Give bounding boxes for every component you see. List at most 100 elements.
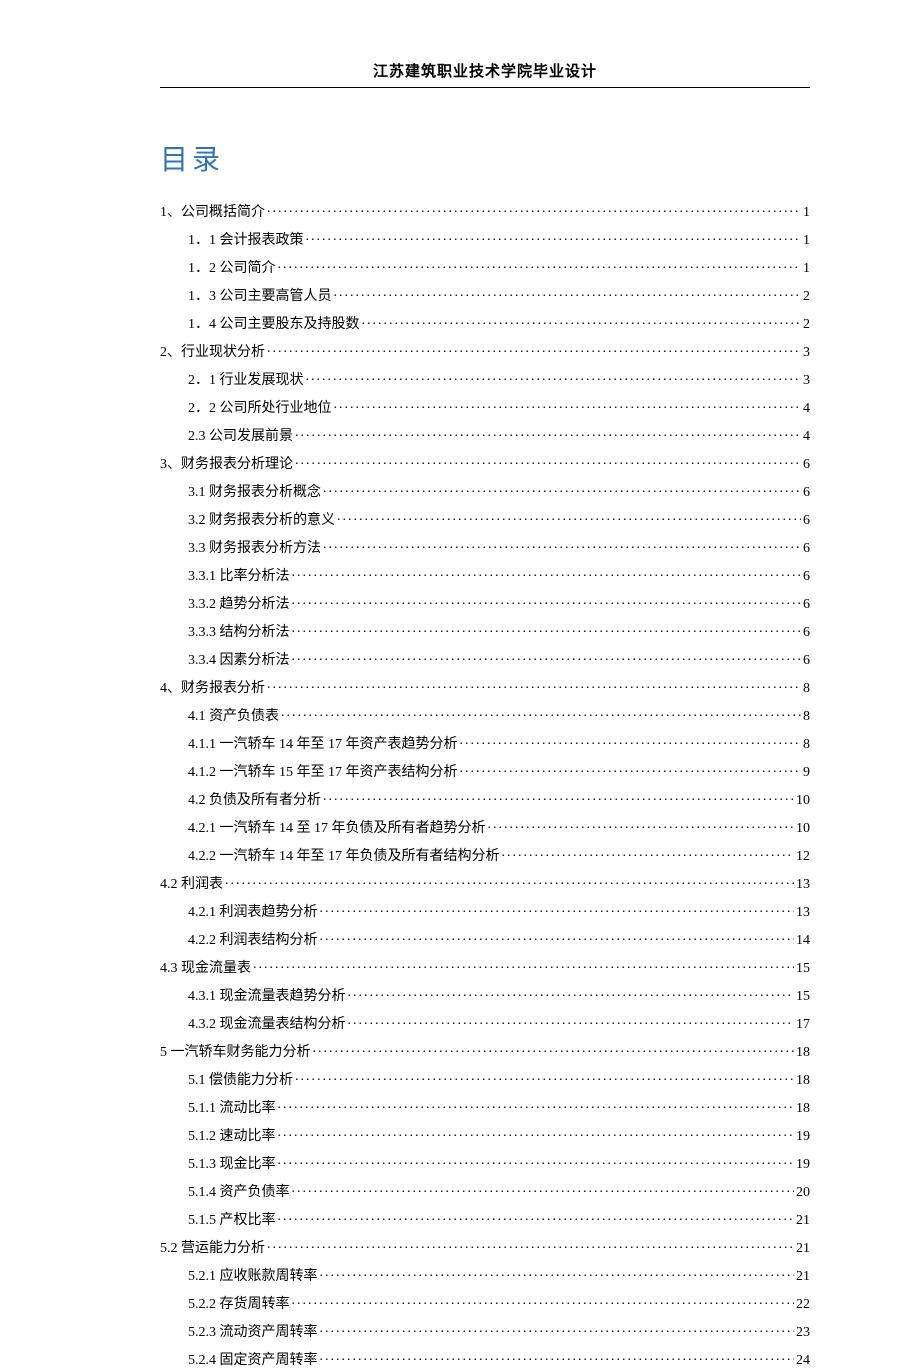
toc-entry[interactable]: 2.3 公司发展前景4: [160, 426, 810, 444]
toc-entry-page: 6: [803, 458, 810, 472]
toc-entry-label: 3.3.1 比率分析法: [188, 570, 290, 584]
toc-dots: [348, 986, 795, 1000]
toc-dots: [337, 510, 801, 524]
toc-entry-page: 21: [796, 1242, 810, 1256]
toc-entry-label: 4、财务报表分析: [160, 682, 265, 696]
toc-entry[interactable]: 1、公司概括简介 1: [160, 202, 810, 220]
toc-dots: [320, 1350, 795, 1364]
toc-entry-page: 15: [796, 962, 810, 976]
toc-entry-page: 1: [803, 206, 810, 220]
toc-dots: [334, 286, 802, 300]
toc-entry[interactable]: 2．1 行业发展现状3: [160, 370, 810, 388]
toc-entry-label: 3.3 财务报表分析方法: [188, 542, 321, 556]
toc-entry[interactable]: 4.2.2 一汽轿车 14 年至 17 年负债及所有者结构分析12: [160, 846, 810, 864]
toc-dots: [502, 846, 795, 860]
toc-entry-page: 15: [796, 990, 810, 1004]
toc-dots: [323, 482, 801, 496]
toc-entry-label: 4.3 现金流量表: [160, 962, 251, 976]
toc-entry[interactable]: 4.2.2 利润表结构分析14: [160, 930, 810, 948]
toc-entry-label: 1．2 公司简介: [188, 262, 276, 276]
toc-entry[interactable]: 4.1 资产负债表8: [160, 706, 810, 724]
toc-entry[interactable]: 4、财务报表分析 8: [160, 678, 810, 696]
toc-dots: [320, 902, 795, 916]
toc-entry[interactable]: 1．2 公司简介 1: [160, 258, 810, 276]
toc-entry-page: 18: [796, 1046, 810, 1060]
toc-entry-page: 6: [803, 486, 810, 500]
toc-entry[interactable]: 3.3.2 趋势分析法6: [160, 594, 810, 612]
toc-entry-page: 8: [803, 710, 810, 724]
toc-entry-label: 4.2.1 一汽轿车 14 至 17 年负债及所有者趋势分析: [188, 822, 486, 836]
toc-entry-page: 8: [803, 682, 810, 696]
toc-dots: [225, 874, 794, 888]
toc-entry[interactable]: 2、行业现状分析3: [160, 342, 810, 360]
toc-dots: [292, 1182, 795, 1196]
toc-entry-label: 2．1 行业发展现状: [188, 374, 304, 388]
toc-entry[interactable]: 5.2.2 存货周转率22: [160, 1294, 810, 1312]
toc-entry[interactable]: 5.2 营运能力分析 21: [160, 1238, 810, 1256]
toc-entry[interactable]: 1．3 公司主要高管人员 2: [160, 286, 810, 304]
toc-entry[interactable]: 1．1 会计报表政策1: [160, 230, 810, 248]
toc-entry-label: 4.3.2 现金流量表结构分析: [188, 1018, 346, 1032]
toc-dots: [306, 370, 802, 384]
toc-entry-label: 4.2 负债及所有者分析: [188, 794, 321, 808]
toc-entry[interactable]: 5.2.3 流动资产周转率23: [160, 1322, 810, 1340]
toc-entry[interactable]: 1．4 公司主要股东及持股数2: [160, 314, 810, 332]
toc-entry[interactable]: 4.1.2 一汽轿车 15 年至 17 年资产表结构分析9: [160, 762, 810, 780]
toc-entry[interactable]: 3.2 财务报表分析的意义 6: [160, 510, 810, 528]
toc-entry[interactable]: 4.3.2 现金流量表结构分析 17: [160, 1014, 810, 1032]
toc-entry-page: 20: [796, 1186, 810, 1200]
toc-title: 目录: [160, 138, 810, 178]
toc-dots: [348, 1014, 795, 1028]
toc-dots: [295, 426, 801, 440]
toc-entry[interactable]: 3、财务报表分析理论6: [160, 454, 810, 472]
toc-entry[interactable]: 3.3.1 比率分析法6: [160, 566, 810, 584]
toc-entry-label: 5.1 偿债能力分析: [188, 1074, 293, 1088]
toc-entry-label: 5.1.1 流动比率: [188, 1102, 276, 1116]
toc-entry[interactable]: 4.3.1 现金流量表趋势分析 15: [160, 986, 810, 1004]
toc-entry[interactable]: 5.1.5 产权比率21: [160, 1210, 810, 1228]
toc-entry-page: 2: [803, 290, 810, 304]
toc-dots: [323, 538, 801, 552]
toc-dots: [295, 454, 801, 468]
toc-entry[interactable]: 5.1 偿债能力分析18: [160, 1070, 810, 1088]
toc-entry[interactable]: 4.2.1 一汽轿车 14 至 17 年负债及所有者趋势分析10: [160, 818, 810, 836]
toc-entry-page: 17: [796, 1018, 810, 1032]
toc-entry[interactable]: 4.2 利润表13: [160, 874, 810, 892]
toc-entry[interactable]: 4.2.1 利润表趋势分析13: [160, 902, 810, 920]
toc-entry-label: 1．3 公司主要高管人员: [188, 290, 332, 304]
toc-entry[interactable]: 3.3.4 因素分析法6: [160, 650, 810, 668]
toc-dots: [460, 734, 802, 748]
toc-entry[interactable]: 5.2.1 应收账款周转率21: [160, 1266, 810, 1284]
toc-entry-page: 6: [803, 598, 810, 612]
toc-dots: [278, 1210, 795, 1224]
toc-entry-label: 4.2 利润表: [160, 878, 223, 892]
toc-entry-label: 4.3.1 现金流量表趋势分析: [188, 990, 346, 1004]
toc-dots: [267, 678, 801, 692]
toc-entry[interactable]: 5.1.1 流动比率18: [160, 1098, 810, 1116]
toc-dots: [292, 1294, 795, 1308]
toc-entry-label: 5.2 营运能力分析: [160, 1242, 265, 1256]
toc-entry[interactable]: 5.1.2 速动比率19: [160, 1126, 810, 1144]
toc-entry-label: 4.2.1 利润表趋势分析: [188, 906, 318, 920]
toc-dots: [323, 790, 794, 804]
toc-entry[interactable]: 3.1 财务报表分析概念6: [160, 482, 810, 500]
toc-entry[interactable]: 3.3.3 结构分析法6: [160, 622, 810, 640]
toc-dots: [334, 398, 802, 412]
toc-entry[interactable]: 5.1.3 现金比率19: [160, 1154, 810, 1172]
toc-dots: [362, 314, 802, 328]
toc-entry[interactable]: 5 一汽轿车财务能力分析18: [160, 1042, 810, 1060]
toc-entry[interactable]: 2．2 公司所处行业地位4: [160, 398, 810, 416]
toc-entry[interactable]: 4.3 现金流量表 15: [160, 958, 810, 976]
toc-entry-page: 6: [803, 514, 810, 528]
toc-dots: [488, 818, 795, 832]
toc-entry[interactable]: 3.3 财务报表分析方法6: [160, 538, 810, 556]
toc-entry[interactable]: 4.2 负债及所有者分析10: [160, 790, 810, 808]
toc-entry[interactable]: 5.2.4 固定资产周转率24: [160, 1350, 810, 1368]
toc-entry-label: 4.2.2 一汽轿车 14 年至 17 年负债及所有者结构分析: [188, 850, 500, 864]
toc-entry-page: 2: [803, 318, 810, 332]
toc-entry-label: 3.2 财务报表分析的意义: [188, 514, 335, 528]
toc-entry-label: 1、公司概括简介: [160, 206, 265, 220]
toc-entry[interactable]: 5.1.4 资产负债率20: [160, 1182, 810, 1200]
toc-entry-page: 1: [803, 262, 810, 276]
toc-entry[interactable]: 4.1.1 一汽轿车 14 年至 17 年资产表趋势分析8: [160, 734, 810, 752]
